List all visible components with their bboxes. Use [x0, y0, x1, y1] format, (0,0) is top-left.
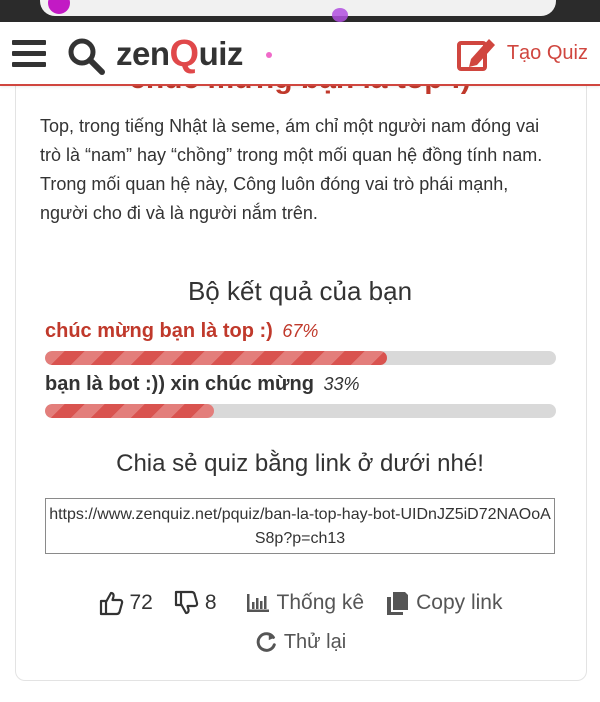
refresh-icon	[256, 632, 276, 652]
site-logo[interactable]: zen Quiz	[116, 32, 244, 75]
result-name: chúc mừng bạn là top :)	[45, 320, 273, 342]
menu-icon[interactable]	[12, 40, 46, 68]
share-title: Chia sẻ quiz bằng link ở dưới nhé!	[116, 450, 484, 477]
copy-link-label: Copy link	[416, 591, 503, 614]
like-count: 72	[129, 591, 153, 614]
decorative-blob	[332, 8, 348, 22]
logo-q: Q	[169, 32, 200, 75]
result-label: bạn là bot :)) xin chúc mừng 33%	[45, 373, 557, 396]
copy-link-button[interactable]: Copy link	[384, 590, 502, 616]
create-quiz-button[interactable]: Tạo Quiz	[456, 34, 588, 72]
bar-chart-icon	[246, 594, 269, 612]
result-description: Top, trong tiếng Nhật là seme, ám chỉ mộ…	[40, 116, 543, 223]
logo-suffix: uiz	[198, 35, 244, 72]
thumbs-up-icon	[99, 591, 123, 616]
result-percent: 67%	[282, 321, 319, 341]
result-progress-fill	[45, 404, 214, 418]
result-progress-fill	[45, 351, 388, 365]
retry-button[interactable]: Thử lại	[254, 630, 346, 654]
site-header: zen Quiz Tạo Quiz	[0, 22, 600, 86]
browser-avatar-icon	[48, 0, 70, 14]
status-strip	[0, 0, 600, 22]
result-percent: 33%	[323, 374, 360, 394]
dislike-button[interactable]: 8	[173, 590, 217, 616]
result-item-bot: bạn là bot :)) xin chúc mừng 33%	[45, 373, 557, 418]
edit-icon	[456, 39, 495, 71]
like-button[interactable]: 72	[98, 590, 153, 616]
stats-label: Thống kê	[276, 591, 365, 614]
copy-icon	[387, 592, 409, 615]
create-quiz-label: Tạo Quiz	[506, 41, 588, 64]
retry-row: Thử lại	[0, 626, 600, 658]
action-bar: 72 8 Thống kê Copy link	[0, 586, 600, 620]
share-link-field[interactable]: https://www.zenquiz.net/pquiz/ban-la-top…	[45, 498, 555, 554]
dislike-count: 8	[204, 591, 217, 614]
stats-button[interactable]: Thống kê	[245, 590, 365, 616]
retry-label: Thử lại	[283, 630, 347, 653]
results-title: Bộ kết quả của bạn	[187, 276, 413, 306]
result-label: chúc mừng bạn là top :) 67%	[45, 320, 557, 343]
result-progress-bar	[45, 351, 556, 365]
result-item-top: chúc mừng bạn là top :) 67%	[45, 320, 557, 365]
result-name: bạn là bot :)) xin chúc mừng	[45, 373, 314, 395]
result-progress-bar	[45, 404, 556, 418]
logo-prefix: zen	[116, 35, 170, 72]
logo-spark	[266, 52, 272, 58]
address-bar	[40, 0, 556, 16]
search-icon[interactable]	[66, 36, 106, 76]
thumbs-down-icon	[174, 590, 199, 615]
